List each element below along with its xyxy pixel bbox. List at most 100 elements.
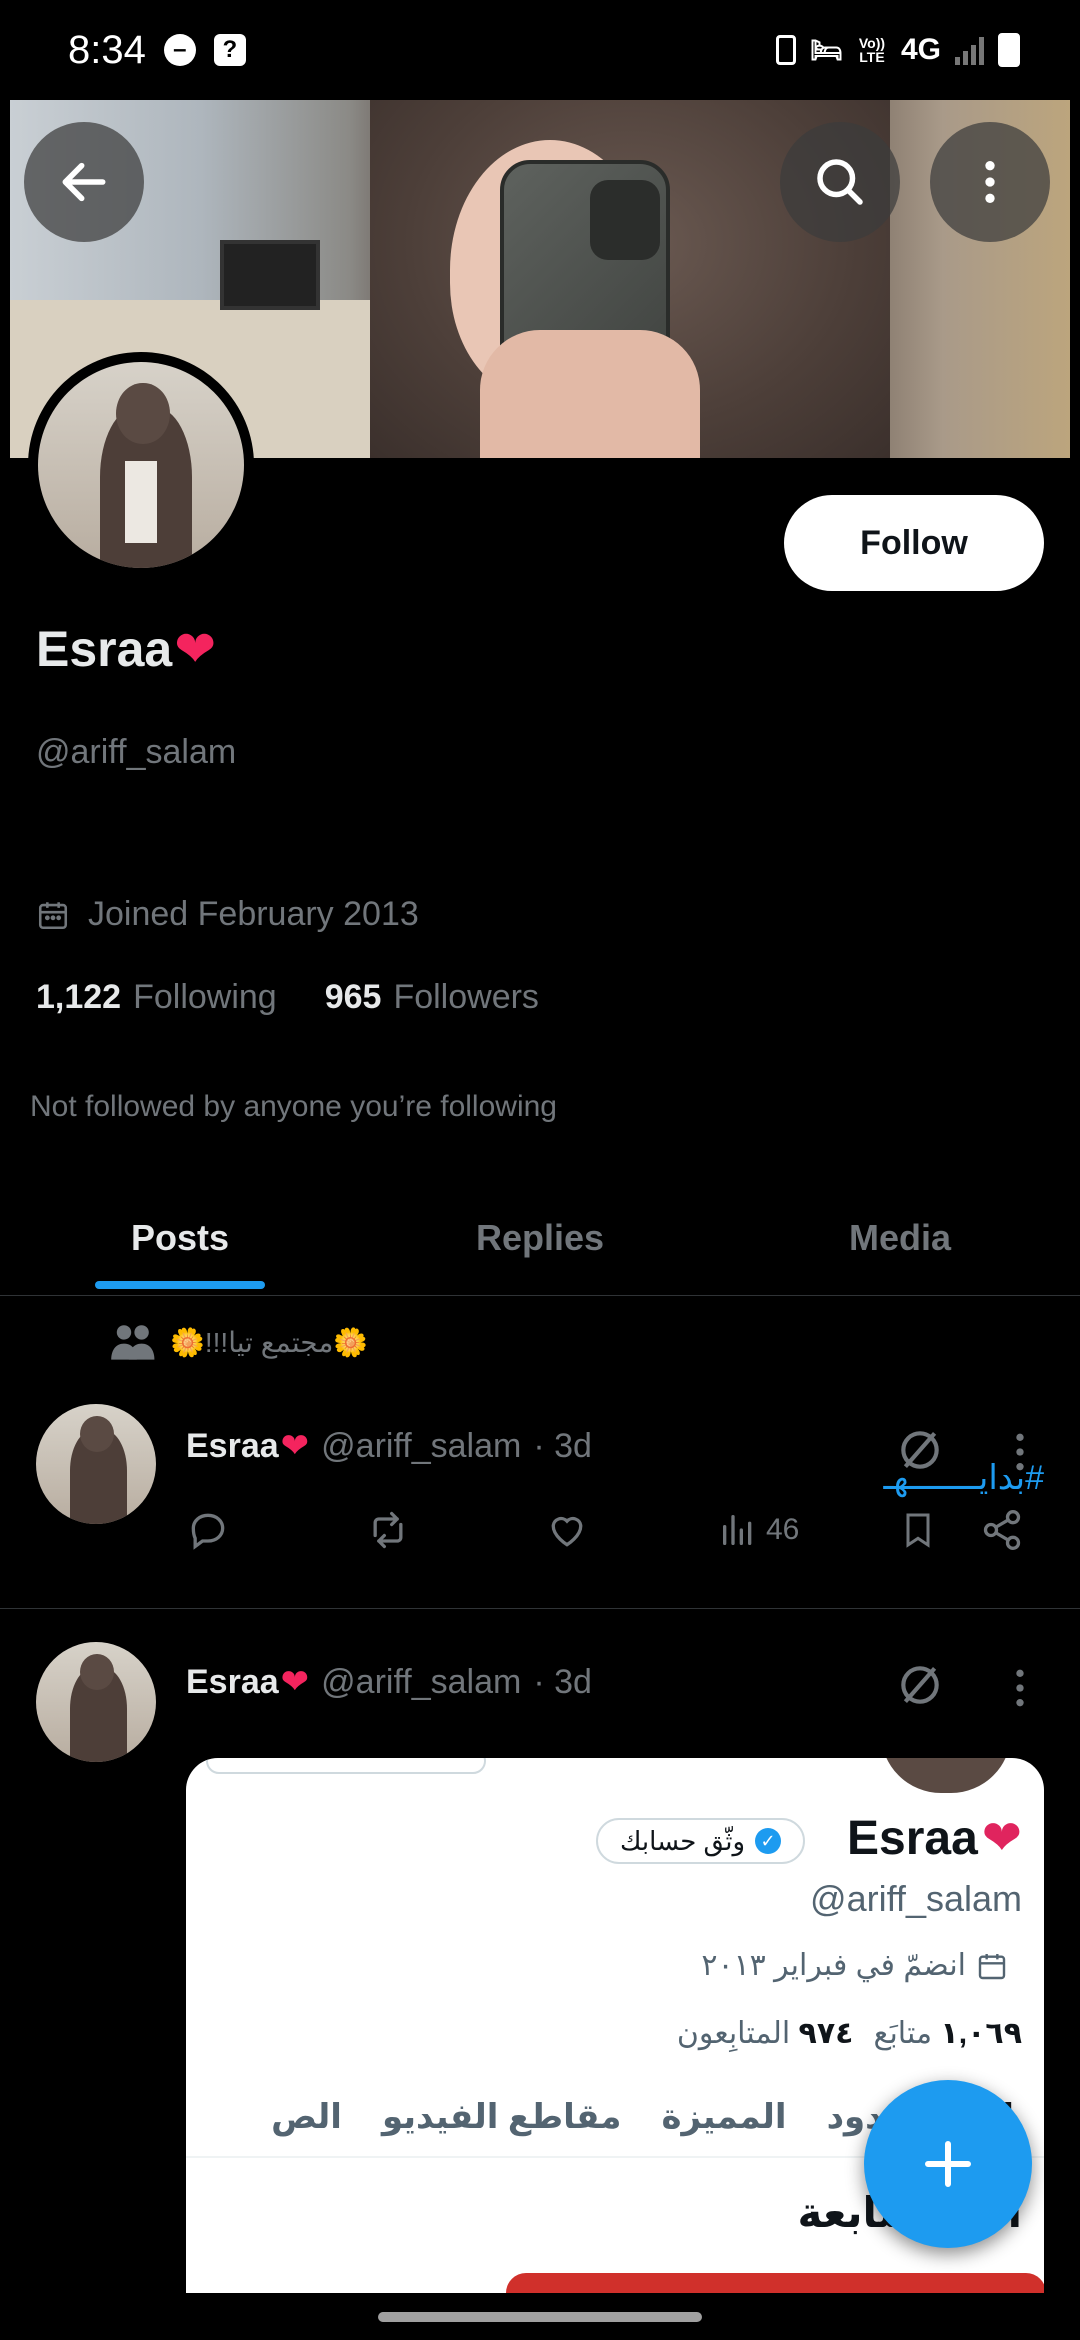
- embed-counts: ١,٠٦٩ متابَع ٩٧٤ المتابِعون: [677, 2016, 1022, 2051]
- post-time: · 3d: [533, 1426, 592, 1465]
- post-time: · 3d: [533, 1662, 592, 1701]
- embed-name-text: Esraa: [847, 1811, 978, 1865]
- status-bar: 8:34 – ? 🛏 Vo)) LTE 4G: [0, 0, 1080, 100]
- embed-display-name: Esraa ❤: [847, 1810, 1022, 1866]
- followers-count: 965: [324, 978, 382, 1016]
- embed-following-count: ١,٠٦٩: [940, 2017, 1022, 2050]
- post-hashtag[interactable]: #بدايـــــــهـ: [884, 1458, 1045, 1498]
- repost-button[interactable]: [364, 1508, 412, 1552]
- embed-handle: @ariff_salam: [810, 1878, 1022, 1919]
- heart-emoji-icon: ❤: [174, 621, 217, 677]
- reply-icon: [191, 1513, 225, 1550]
- embed-bottom-bar: [506, 2273, 1044, 2293]
- display-name-text: Esraa: [36, 621, 173, 677]
- search-button[interactable]: [780, 122, 900, 242]
- embed-tab: الص: [271, 2098, 342, 2136]
- avatar-shirt: [124, 460, 158, 544]
- community-icon: [111, 1325, 155, 1360]
- post-author-name[interactable]: Esraa: [186, 1663, 279, 1702]
- profile-tabs: Posts Replies Media: [0, 1180, 1080, 1296]
- embed-followers-count: ٩٧٤: [798, 2017, 854, 2050]
- tab-posts[interactable]: Posts: [0, 1180, 360, 1295]
- display-name: Esraa ❤: [36, 620, 216, 678]
- embed-tab: مقاطع الفيديو: [381, 2098, 622, 2136]
- not-followed-notice: Not followed by anyone you’re following: [30, 1090, 557, 1123]
- calendar-icon: [38, 901, 68, 929]
- following-label: Following: [133, 978, 277, 1016]
- more-horizontal-icon[interactable]: [1000, 1666, 1040, 1710]
- embed-joined-text: انضمّ في فبراير ٢٠١٣: [701, 1949, 966, 1982]
- community-name: 🌼مجتمع تيا!!!🌼: [170, 1326, 369, 1358]
- post-avatar[interactable]: [36, 1404, 156, 1524]
- grok-icon[interactable]: [895, 1660, 945, 1710]
- embed-tab: المميزة: [661, 2098, 787, 2136]
- battery-saver-icon: [775, 35, 796, 65]
- post-avatar[interactable]: [36, 1642, 156, 1762]
- plus-icon: [925, 2141, 971, 2187]
- followers-link[interactable]: 965 Followers: [325, 978, 539, 1017]
- post-author-name[interactable]: Esraa: [186, 1427, 279, 1466]
- follow-button[interactable]: Follow: [784, 495, 1044, 591]
- heart-icon: [551, 1516, 583, 1547]
- share-icon: [983, 1510, 1021, 1550]
- avatar-head: [116, 382, 170, 445]
- tab-media[interactable]: Media: [720, 1180, 1080, 1295]
- arrow-left-icon: [62, 162, 106, 202]
- followers-label: Followers: [393, 978, 539, 1016]
- bookmark-icon: [906, 1513, 930, 1548]
- embed-followers-label: المتابِعون: [676, 2017, 791, 2050]
- verified-check-icon: ✓: [755, 1828, 782, 1854]
- unknown-app-icon: ?: [213, 34, 246, 66]
- share-button[interactable]: [980, 1508, 1024, 1552]
- post-author-handle[interactable]: @ariff_salam: [321, 1427, 521, 1466]
- joined-text: Joined February 2013: [88, 895, 419, 933]
- signal-icon: [955, 35, 984, 65]
- compose-post-button[interactable]: [864, 2080, 1032, 2248]
- views-count: 46: [766, 1513, 800, 1546]
- post-author-handle[interactable]: @ariff_salam: [321, 1663, 521, 1702]
- status-time: 8:34: [68, 27, 146, 72]
- sleep-mode-icon: 🛏: [809, 34, 843, 65]
- heart-emoji-icon: ❤: [981, 1812, 1022, 1865]
- bookmark-button[interactable]: [898, 1508, 938, 1552]
- profile-handle: @ariff_salam: [36, 733, 237, 771]
- following-link[interactable]: 1,122 Following: [36, 978, 277, 1017]
- post-header: Esraa ❤ @ariff_salam · 3d: [186, 1426, 592, 1466]
- post-avatar-head: [80, 1654, 114, 1690]
- like-button[interactable]: [544, 1508, 590, 1552]
- repost-icon: [373, 1511, 403, 1549]
- joined-date: Joined February 2013: [36, 895, 419, 934]
- post-header: Esraa ❤ @ariff_salam · 3d: [186, 1662, 592, 1702]
- post-divider: [0, 1608, 1080, 1609]
- reply-button[interactable]: [186, 1508, 230, 1552]
- banner-phone-camera: [590, 180, 660, 260]
- more-vertical-icon: [985, 161, 995, 203]
- heart-emoji-icon: ❤: [280, 1427, 310, 1465]
- back-button[interactable]: [24, 122, 144, 242]
- network-type-icon: 4G: [900, 33, 941, 66]
- home-indicator[interactable]: [378, 2312, 702, 2322]
- search-icon: [817, 159, 863, 205]
- community-context[interactable]: 🌼مجتمع تيا!!!🌼: [108, 1322, 368, 1362]
- avatar-image: [38, 362, 244, 568]
- volte-icon: Vo)) LTE: [858, 35, 886, 65]
- embed-avatar: [881, 1758, 1011, 1793]
- calendar-icon: [978, 1953, 1006, 1979]
- following-count: 1,122: [36, 978, 122, 1016]
- post-avatar-head: [80, 1416, 114, 1452]
- banner-monitor: [220, 240, 320, 310]
- tab-replies[interactable]: Replies: [360, 1180, 720, 1295]
- battery-icon: [998, 33, 1020, 67]
- views-chart-icon: [723, 1515, 752, 1545]
- do-not-disturb-icon: –: [163, 34, 196, 66]
- embed-verify-badge: ✓ وثّق حسابك: [596, 1818, 806, 1864]
- banner-hand: [480, 330, 700, 458]
- more-options-button[interactable]: [930, 122, 1050, 242]
- embed-top-field: [206, 1758, 486, 1774]
- profile-avatar[interactable]: [28, 352, 254, 578]
- embed-verify-label: وثّق حسابك: [620, 1825, 746, 1856]
- embed-following-label: متابَع: [873, 2017, 933, 2050]
- heart-emoji-icon: ❤: [280, 1663, 310, 1701]
- embed-joined: انضمّ في فبراير ٢٠١٣: [701, 1948, 1008, 1983]
- views-button[interactable]: 46: [718, 1508, 799, 1552]
